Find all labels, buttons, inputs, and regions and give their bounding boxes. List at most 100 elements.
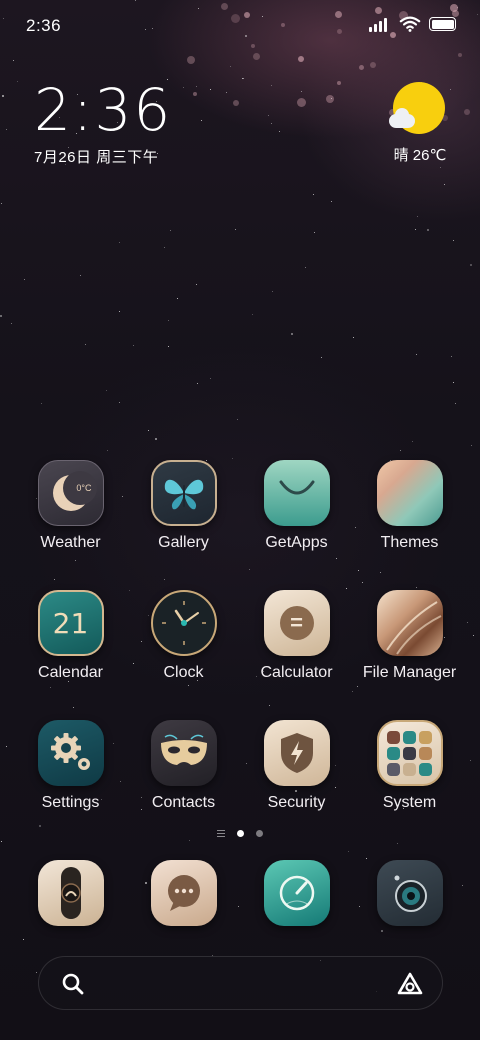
star — [271, 85, 272, 86]
star — [196, 284, 197, 285]
app-contacts[interactable]: Contacts — [127, 720, 240, 812]
weather-widget[interactable]: 晴 26℃ — [382, 82, 452, 165]
bokeh-dot — [464, 109, 470, 115]
star — [453, 240, 454, 241]
star — [1, 203, 2, 204]
star — [314, 232, 315, 233]
star — [133, 345, 134, 346]
wifi-icon — [399, 16, 421, 32]
page-dot-1[interactable] — [237, 830, 244, 837]
star — [107, 450, 108, 451]
star — [119, 242, 120, 243]
star — [197, 383, 198, 384]
star — [41, 403, 42, 404]
star — [268, 115, 269, 116]
weather-text: 晴 26℃ — [393, 147, 447, 164]
star — [331, 201, 332, 202]
phone-icon — [37, 860, 104, 926]
star — [381, 930, 383, 932]
camera-icon — [376, 860, 443, 926]
app-label: GetApps — [265, 534, 328, 551]
star — [85, 344, 86, 345]
star — [119, 402, 120, 403]
app-weather[interactable]: 0°C Weather — [14, 460, 127, 552]
star — [210, 378, 211, 379]
star — [271, 123, 272, 124]
app-themes[interactable]: Themes — [353, 460, 466, 552]
star — [416, 354, 417, 355]
system-icon — [376, 720, 443, 786]
search-icon[interactable] — [61, 972, 85, 996]
star — [444, 184, 445, 185]
calculator-icon: = — [263, 590, 330, 656]
app-getapps[interactable]: GetApps — [240, 460, 353, 552]
themes-icon — [376, 460, 443, 526]
clock-icon — [150, 590, 217, 656]
security-icon — [263, 720, 330, 786]
clock-widget[interactable]: 2:36 7月26日 周三下午 — [34, 78, 172, 167]
star — [168, 320, 169, 321]
star — [2, 95, 4, 97]
page-dot-2[interactable] — [256, 830, 263, 837]
app-label: Clock — [163, 664, 204, 681]
app-label: Calculator — [260, 664, 333, 681]
star — [427, 229, 429, 231]
star — [272, 291, 273, 292]
star — [164, 247, 165, 248]
app-security[interactable]: Security — [240, 720, 353, 812]
app-calculator[interactable]: = Calculator — [240, 590, 353, 682]
clock-date: 7月26日 周三下午 — [34, 149, 159, 166]
bokeh-dot — [370, 62, 376, 68]
star — [201, 120, 202, 121]
star — [80, 275, 81, 276]
weather-icon: 0°C — [37, 460, 104, 526]
star — [23, 939, 24, 940]
star — [400, 450, 401, 451]
app-settings[interactable]: Settings — [14, 720, 127, 812]
star — [291, 333, 293, 335]
star — [252, 314, 253, 315]
bokeh-dot — [359, 65, 364, 70]
star — [455, 403, 456, 404]
dock-messages[interactable] — [127, 860, 240, 926]
settings-icon — [37, 720, 104, 786]
star — [119, 311, 120, 312]
bokeh-dot — [337, 81, 341, 85]
sun-cloud-icon — [389, 82, 445, 134]
browser-icon — [263, 860, 330, 926]
star — [412, 441, 413, 442]
messages-icon — [150, 860, 217, 926]
app-system[interactable]: System — [353, 720, 466, 812]
app-label: Settings — [41, 794, 100, 811]
app-calendar[interactable]: 21 Calendar — [14, 590, 127, 682]
page-indicator[interactable] — [0, 830, 480, 837]
star — [451, 356, 452, 357]
app-label: System — [382, 794, 437, 811]
signal-icon — [369, 16, 391, 32]
star — [470, 760, 471, 761]
star — [471, 445, 472, 446]
app-gallery[interactable]: Gallery — [127, 460, 240, 552]
star — [305, 267, 306, 268]
app-clock[interactable]: Clock — [127, 590, 240, 682]
dock-camera[interactable] — [353, 860, 466, 926]
star — [397, 843, 398, 844]
star — [148, 430, 149, 431]
dock-browser[interactable] — [240, 860, 353, 926]
app-label: Themes — [380, 534, 439, 551]
star — [453, 382, 454, 383]
file-manager-icon — [376, 590, 443, 656]
star — [6, 746, 7, 747]
search-bar[interactable] — [38, 956, 443, 1010]
star — [106, 390, 107, 391]
star — [168, 346, 169, 347]
assistant-icon[interactable] — [396, 971, 424, 997]
app-file-manager[interactable]: File Manager — [353, 590, 466, 682]
app-label: Security — [267, 794, 326, 811]
app-grid: 0°C Weather Gallery GetApps Themes 21 Ca… — [14, 460, 466, 812]
app-label: Weather — [40, 534, 101, 551]
star — [348, 851, 349, 852]
list-lines-icon[interactable] — [217, 830, 225, 837]
star — [243, 78, 244, 79]
dock-phone[interactable] — [14, 860, 127, 926]
